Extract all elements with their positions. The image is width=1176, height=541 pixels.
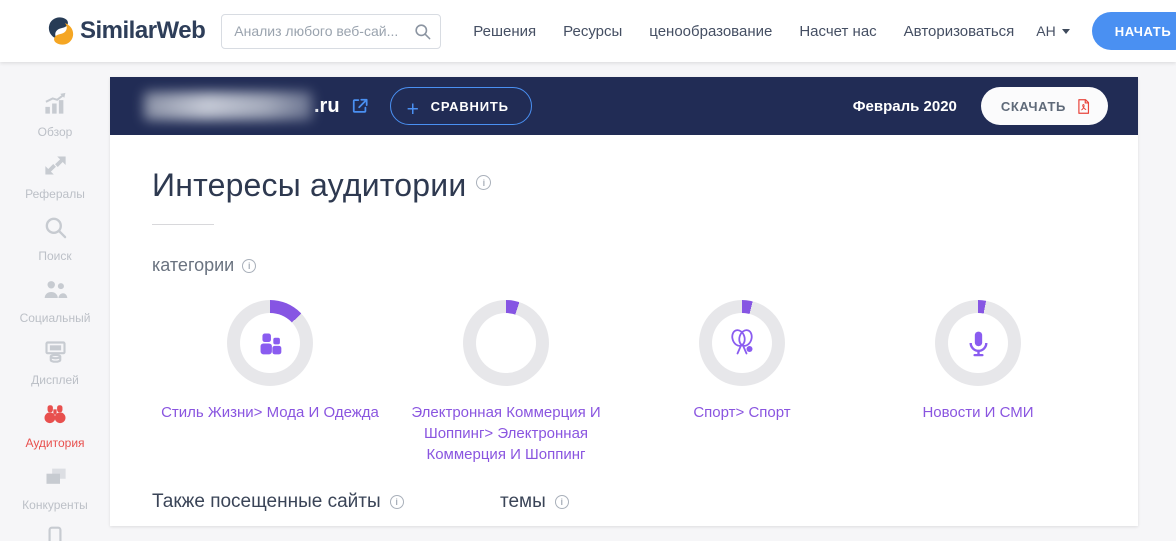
topics-label-text: темы xyxy=(500,491,546,512)
category-link[interactable]: Электронная Коммерция И Шоппинг> Электро… xyxy=(392,402,620,465)
sidebar-item-label: Поиск xyxy=(38,249,72,263)
donut-chart xyxy=(463,300,549,386)
overview-chart-icon xyxy=(42,90,69,122)
language-label: АН xyxy=(1036,23,1056,39)
social-people-icon xyxy=(42,276,69,308)
similarweb-logo-icon xyxy=(46,16,76,46)
donut-chart xyxy=(227,300,313,386)
sidebar-item-mobile-apps[interactable]: Мобильные Приложения xyxy=(0,525,110,541)
sidebar-item-display[interactable]: Дисплей xyxy=(0,338,110,387)
sidebar-item-label: Дисплей xyxy=(31,373,79,387)
top-navbar: SimilarWeb Решения Ресурсы ценообразован… xyxy=(0,0,1176,62)
similarweb-logo[interactable]: SimilarWeb xyxy=(46,16,206,46)
sidebar-item-audience[interactable]: Аудитория xyxy=(0,400,110,450)
nav-link-login[interactable]: Авторизоваться xyxy=(904,23,1015,40)
tennis-rackets-icon xyxy=(724,325,760,361)
category-card-sports: Спорт> Спорт xyxy=(624,300,860,465)
categories-label-text: категории xyxy=(152,255,235,275)
topics-section-label: темы xyxy=(500,491,569,513)
report-period: Февраль 2020 xyxy=(852,97,957,115)
search-magnifier-icon xyxy=(42,214,69,246)
competitors-windows-icon xyxy=(42,463,69,495)
lower-sections: Также посещенные сайты темы xyxy=(152,491,1096,513)
mobile-phone-icon xyxy=(42,525,68,541)
sidebar-item-search[interactable]: Поиск xyxy=(0,214,110,263)
search-icon[interactable] xyxy=(413,22,432,46)
category-card-ecommerce: Электронная Коммерция И Шоппинг> Электро… xyxy=(388,300,624,465)
sidebar-item-referrals[interactable]: Рефералы xyxy=(0,152,110,201)
sidebar-item-overview[interactable]: Обзор xyxy=(0,90,110,139)
sidebar-item-label: Обзор xyxy=(37,125,73,139)
referrals-arrows-icon xyxy=(42,152,69,184)
nav-link-pricing[interactable]: ценообразование xyxy=(649,23,772,40)
site-search xyxy=(221,13,442,49)
people-icon xyxy=(253,326,287,360)
site-search-input[interactable] xyxy=(221,13,442,49)
donut-chart xyxy=(699,300,785,386)
category-link[interactable]: Спорт> Спорт xyxy=(693,402,790,423)
sidebar-item-social[interactable]: Социальный xyxy=(0,276,110,325)
nav-link-solutions[interactable]: Решения xyxy=(473,23,536,40)
domain-name-blurred xyxy=(144,92,312,120)
info-icon[interactable] xyxy=(389,495,404,509)
display-ad-icon xyxy=(42,338,69,370)
nav-links: Решения Ресурсы ценообразование Насчет н… xyxy=(473,23,1014,40)
donut-chart xyxy=(935,300,1021,386)
category-card-lifestyle: Стиль Жизни> Мода И Одежда xyxy=(152,300,388,465)
download-button-label: СКАЧАТЬ xyxy=(1000,98,1066,114)
sidebar-item-competitors[interactable]: Конкуренты xyxy=(0,463,110,512)
chevron-down-icon xyxy=(1061,28,1070,34)
nav-link-about[interactable]: Насчет нас xyxy=(799,23,876,40)
nav-link-resources[interactable]: Ресурсы xyxy=(563,23,622,40)
sidebar-item-label: Конкуренты xyxy=(22,498,88,512)
logo-text: SimilarWeb xyxy=(80,17,206,44)
site-header-right: Февраль 2020 СКАЧАТЬ xyxy=(853,87,1108,125)
content-card: .ru СРАВНИТЬ Февраль 2020 СКАЧАТЬ xyxy=(110,77,1138,526)
info-icon[interactable] xyxy=(476,175,492,190)
title-underline xyxy=(152,224,214,225)
sidebar-item-label: Рефералы xyxy=(25,187,85,201)
plus-icon xyxy=(407,98,420,122)
category-card-news: Новости И СМИ xyxy=(860,300,1096,465)
also-visited-label-text: Также посещенные сайты xyxy=(152,491,381,512)
language-selector[interactable]: АН xyxy=(1036,23,1070,39)
category-donuts: Стиль Жизни> Мода И Одежда Электронная К… xyxy=(152,300,1096,465)
page-title: Интересы аудитории xyxy=(152,167,467,203)
category-link[interactable]: Новости И СМИ xyxy=(922,402,1033,423)
pdf-icon xyxy=(1075,98,1092,115)
site-header-bar: .ru СРАВНИТЬ Февраль 2020 СКАЧАТЬ xyxy=(110,77,1138,135)
info-icon[interactable] xyxy=(554,495,569,509)
also-visited-section-label: Также посещенные сайты xyxy=(152,491,500,513)
start-button[interactable]: НАЧАТЬ xyxy=(1091,12,1176,50)
categories-section-label: категории xyxy=(152,255,1096,276)
sidebar-item-label: Социальный xyxy=(19,311,91,325)
sidebar-nav: Обзор Рефералы Поиск Социальный Дисплей … xyxy=(0,62,110,541)
category-link[interactable]: Стиль Жизни> Мода И Одежда xyxy=(161,402,379,423)
compare-button-label: СРАВНИТЬ xyxy=(430,98,509,114)
audience-binoculars-icon xyxy=(41,400,69,433)
sidebar-item-label: Аудитория xyxy=(25,436,85,450)
audience-interests-section: Интересы аудитории категории xyxy=(110,167,1138,513)
external-link-icon[interactable] xyxy=(350,96,370,116)
page-body: Обзор Рефералы Поиск Социальный Дисплей … xyxy=(0,62,1176,541)
compare-button[interactable]: СРАВНИТЬ xyxy=(389,87,532,125)
download-button[interactable]: СКАЧАТЬ xyxy=(980,87,1108,125)
info-icon[interactable] xyxy=(242,258,257,273)
microphone-icon xyxy=(962,327,995,360)
domain-suffix: .ru xyxy=(314,94,340,117)
